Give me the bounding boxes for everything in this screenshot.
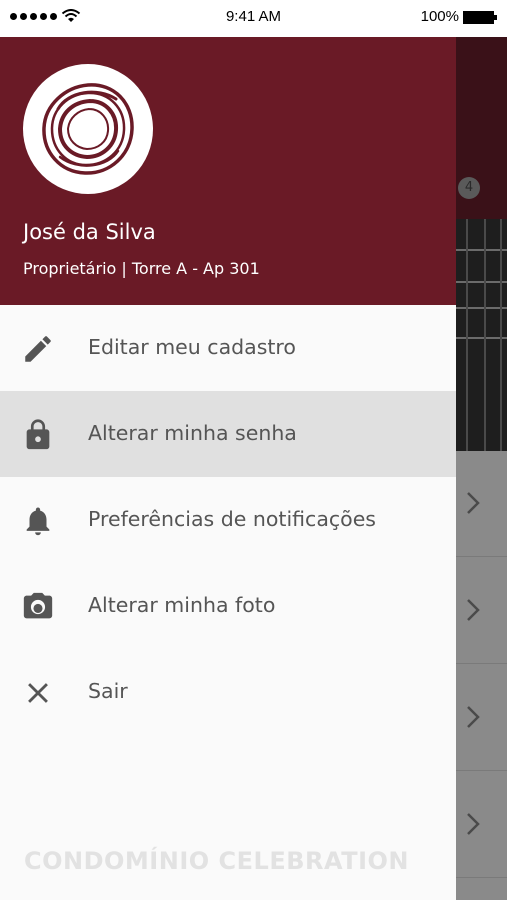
battery-percentage: 100% <box>420 8 459 25</box>
footer-brand: CONDOMÍNIO CELEBRATION <box>24 847 409 875</box>
lock-icon <box>26 419 50 450</box>
background-list-row[interactable] <box>456 772 507 878</box>
notification-badge: 4 <box>458 177 480 199</box>
menu-item-label: Alterar minha senha <box>88 421 297 445</box>
background-building-photo <box>456 219 507 451</box>
bell-icon <box>26 507 50 536</box>
avatar[interactable] <box>23 64 153 194</box>
battery-icon <box>463 11 497 24</box>
chevron-right-icon <box>467 599 480 621</box>
pencil-icon <box>25 336 51 362</box>
menu-item-change-password[interactable]: Alterar minha senha <box>0 391 456 477</box>
user-role: Proprietário | Torre A - Ap 301 <box>23 259 260 278</box>
background-list-row[interactable] <box>456 665 507 771</box>
chevron-right-icon <box>467 813 480 835</box>
navigation-drawer: José da Silva Proprietário | Torre A - A… <box>0 37 456 900</box>
status-bar: 9:41 AM 100% <box>0 0 507 37</box>
menu-item-label: Alterar minha foto <box>88 593 276 617</box>
menu-item-edit-profile[interactable]: Editar meu cadastro <box>0 305 456 391</box>
close-icon <box>28 683 48 703</box>
background-list-row[interactable] <box>456 558 507 664</box>
chevron-right-icon <box>467 706 480 728</box>
background-list-row[interactable] <box>456 451 507 557</box>
chevron-right-icon <box>467 492 480 514</box>
camera-icon <box>23 592 53 619</box>
menu-item-change-photo[interactable]: Alterar minha foto <box>0 563 456 649</box>
user-name: José da Silva <box>23 220 156 244</box>
menu-item-label: Preferências de notificações <box>88 507 376 531</box>
condominium-logo-icon <box>42 83 134 175</box>
menu-item-label: Editar meu cadastro <box>88 335 296 359</box>
background-header: 4 <box>456 37 507 219</box>
drawer-menu: Editar meu cadastro Alterar minha senha … <box>0 305 456 735</box>
background-screen[interactable]: 4 <box>456 37 507 900</box>
menu-item-logout[interactable]: Sair <box>0 649 456 735</box>
drawer-header: José da Silva Proprietário | Torre A - A… <box>0 37 456 305</box>
menu-item-label: Sair <box>88 679 128 703</box>
menu-item-notification-preferences[interactable]: Preferências de notificações <box>0 477 456 563</box>
